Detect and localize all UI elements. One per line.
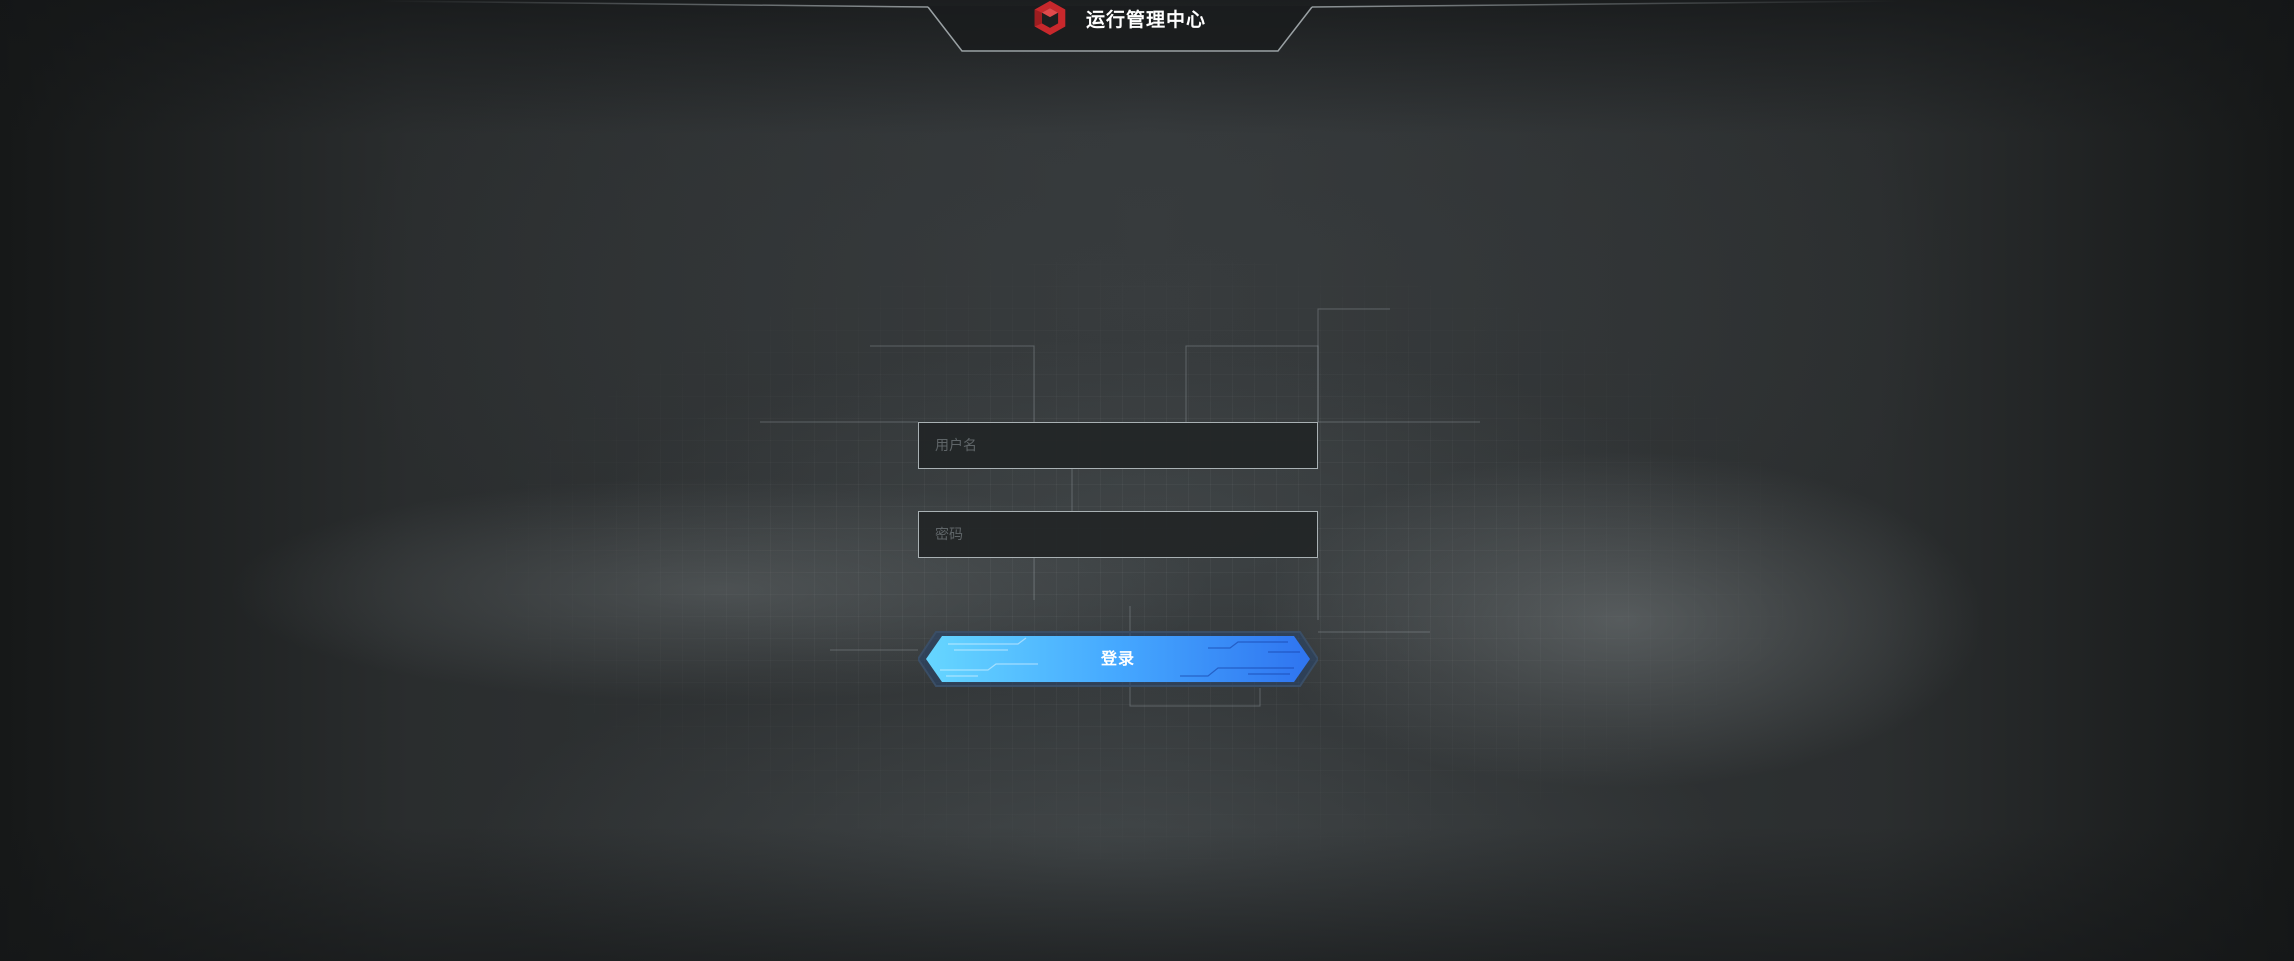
brand: 运行管理中心 <box>1030 0 1206 36</box>
top-header: 运行管理中心 <box>0 0 2294 60</box>
username-input[interactable] <box>919 423 1317 468</box>
login-button-label: 登录 <box>1100 649 1135 668</box>
password-field[interactable] <box>918 511 1318 558</box>
login-button[interactable]: 登录 <box>918 630 1318 688</box>
password-input[interactable] <box>919 512 1317 557</box>
app-title: 运行管理中心 <box>1086 8 1207 31</box>
username-field[interactable] <box>918 422 1318 469</box>
decorative-circuit-lines <box>760 308 1480 707</box>
hexagon-logo-icon <box>1034 0 1066 36</box>
